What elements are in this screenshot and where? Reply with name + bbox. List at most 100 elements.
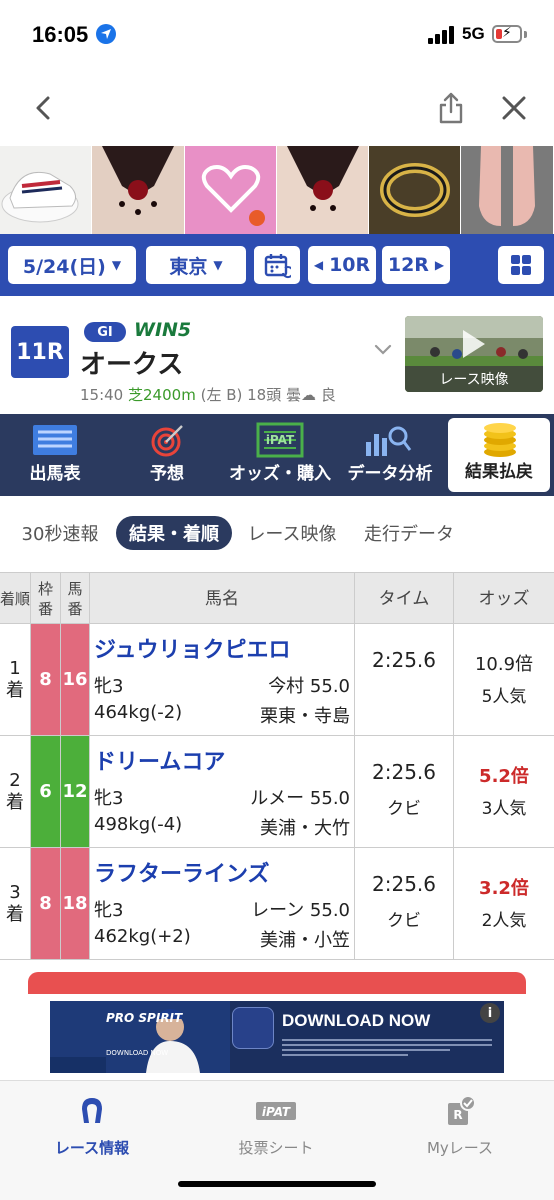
horseshoe-icon [82,1098,102,1123]
race-selector-bar: 5/24(日) ▼ 東京 ▼ ◀ 10R 12R ▶ [0,234,554,296]
network-type: 5G [462,24,485,43]
tab-race-info[interactable]: レース情報 [22,1095,162,1157]
tab-vote-sheet[interactable]: iPAT 投票シート [206,1095,346,1157]
finish-margin: クビ [387,799,421,819]
header-time: タイム [355,573,454,625]
waku-number: 8 [31,848,61,959]
race-time: 15:40 [80,386,124,404]
tab-odds[interactable]: iPAT オッズ・購入 [224,414,336,496]
popularity: 5人気 [481,687,527,707]
app-logo-icon [232,1007,274,1049]
battery-cap [524,31,527,38]
venue-label: 東京 [169,255,208,278]
position-number: 1 [9,657,21,679]
position-suffix: 着 [6,679,24,701]
chevron-down-icon[interactable] [373,342,393,356]
svg-text:R: R [453,1108,462,1122]
play-icon [463,330,485,358]
payout-button-top[interactable] [28,972,526,994]
horse-name-link[interactable]: ラフターラインズ [94,856,270,888]
subtab-results[interactable]: 結果・着順 [116,516,232,550]
tab-shutuba[interactable]: 出馬表 [0,414,110,496]
horse-number: 18 [61,848,90,959]
race-name: オークス [80,350,184,380]
ad-image-ring[interactable] [369,146,462,234]
horse-weight: 498kg(-4) [94,814,183,835]
ad-image-choker-1[interactable] [92,146,185,234]
ad-headline: DOWNLOAD NOW [282,1011,431,1030]
browser-nav-bar [0,70,554,146]
tab-label: 結果払戻 [465,462,533,482]
subtab-quick-report[interactable]: 30秒速報 [10,516,110,550]
table-row[interactable]: 2 着 6 12 ドリームコア 牝3 498kg(-4) ルメー 55.0 美浦… [0,736,554,848]
prev-race-button[interactable]: ◀ 10R [308,246,376,284]
horse-sex-age: 牝3 [94,788,124,809]
subtab-race-video[interactable]: レース映像 [238,516,346,550]
subtab-running-data[interactable]: 走行データ [354,516,464,550]
time-cell [355,848,454,959]
trainer: 美浦・大竹 [260,818,350,839]
race-going: 良 [320,386,336,404]
horse-sex-age: 牝3 [94,900,124,921]
ad-image-choker-2[interactable] [276,146,370,234]
product-ad-strip[interactable] [0,146,554,234]
coins-icon [484,423,516,457]
svg-text:iPAT: iPAT [266,433,295,447]
waku-number: 6 [31,736,61,847]
chart-search-icon [366,426,412,456]
info-icon[interactable]: i [480,1003,500,1023]
tab-results[interactable]: 結果払戻 [448,418,550,492]
race-video-thumbnail[interactable]: レース映像 [405,316,543,392]
bottom-banner-ad[interactable]: PRO SPIRIT DOWNLOAD NOW DOWNLOAD NOW i [50,1001,504,1073]
next-race-button[interactable]: 12R ▶ [382,246,450,284]
calendar-button[interactable] [254,246,300,284]
header-horse-name: 馬名 [90,573,355,625]
result-sub-tabs: 30秒速報 結果・着順 レース映像 走行データ [0,496,554,572]
tab-my-race[interactable]: R Myレース [390,1095,530,1157]
close-icon[interactable] [500,94,528,122]
table-row[interactable]: 3 着 8 18 ラフターラインズ 牝3 462kg(+2) レーン 55.0 … [0,848,554,960]
triangle-right-icon: ▶ [434,258,445,272]
dropdown-arrow-icon: ▼ [111,258,122,272]
tab-yoso[interactable]: 予想 [112,414,222,496]
ad-image-neon-heart[interactable] [184,146,277,234]
tab-label: データ分析 [347,464,433,484]
table-row[interactable]: 1 着 8 16 ジュウリョクピエロ 牝3 464kg(-2) 今村 55.0 … [0,624,554,736]
race-runners: 18頭 [247,386,282,404]
back-arrow-icon[interactable] [30,94,58,122]
ipat-icon: iPAT [256,422,304,458]
header-waku: 枠番 [31,573,61,625]
venue-select[interactable]: 東京 ▼ [146,246,246,284]
horse-name-link[interactable]: ジュウリョクピエロ [94,632,290,664]
win-odds: 5.2倍 [479,766,529,787]
finish-position: 3 着 [0,848,31,959]
finish-position: 2 着 [0,736,31,847]
ipat-icon: iPAT [256,1102,296,1120]
prev-race-label: 10R [329,254,371,276]
ad-image-sneaker[interactable] [0,146,93,234]
header-odds: オッズ [478,589,530,609]
video-label: レース映像 [405,366,543,392]
race-weather: 曇 [286,386,302,404]
horse-name-link[interactable]: ドリームコア [94,744,225,776]
time-cell [355,736,454,847]
horse-weight: 464kg(-2) [94,702,183,723]
position-suffix: 着 [6,903,24,925]
list-icon [33,425,77,455]
target-icon [151,425,183,457]
popularity: 3人気 [481,799,527,819]
share-icon[interactable] [438,92,464,124]
grid-menu-button[interactable] [498,246,544,284]
win5-badge: WIN5 [134,319,192,341]
date-select[interactable]: 5/24(日) ▼ [8,246,136,284]
ad-fine-print [282,1039,492,1067]
ad-image-toe-socks[interactable] [461,146,554,234]
tab-label: 出馬表 [29,464,81,484]
tab-data-analysis[interactable]: データ分析 [336,414,444,496]
horse-number: 12 [61,736,90,847]
tab-label: オッズ・購入 [229,464,331,484]
ad-brand: PRO SPIRIT [106,1011,183,1025]
race-menu-tabs: 出馬表 予想 iPAT オッズ・購入 データ分析 結果払戻 [0,414,554,496]
tab-label: 投票シート [238,1139,314,1157]
win-odds: 10.9倍 [474,654,534,675]
